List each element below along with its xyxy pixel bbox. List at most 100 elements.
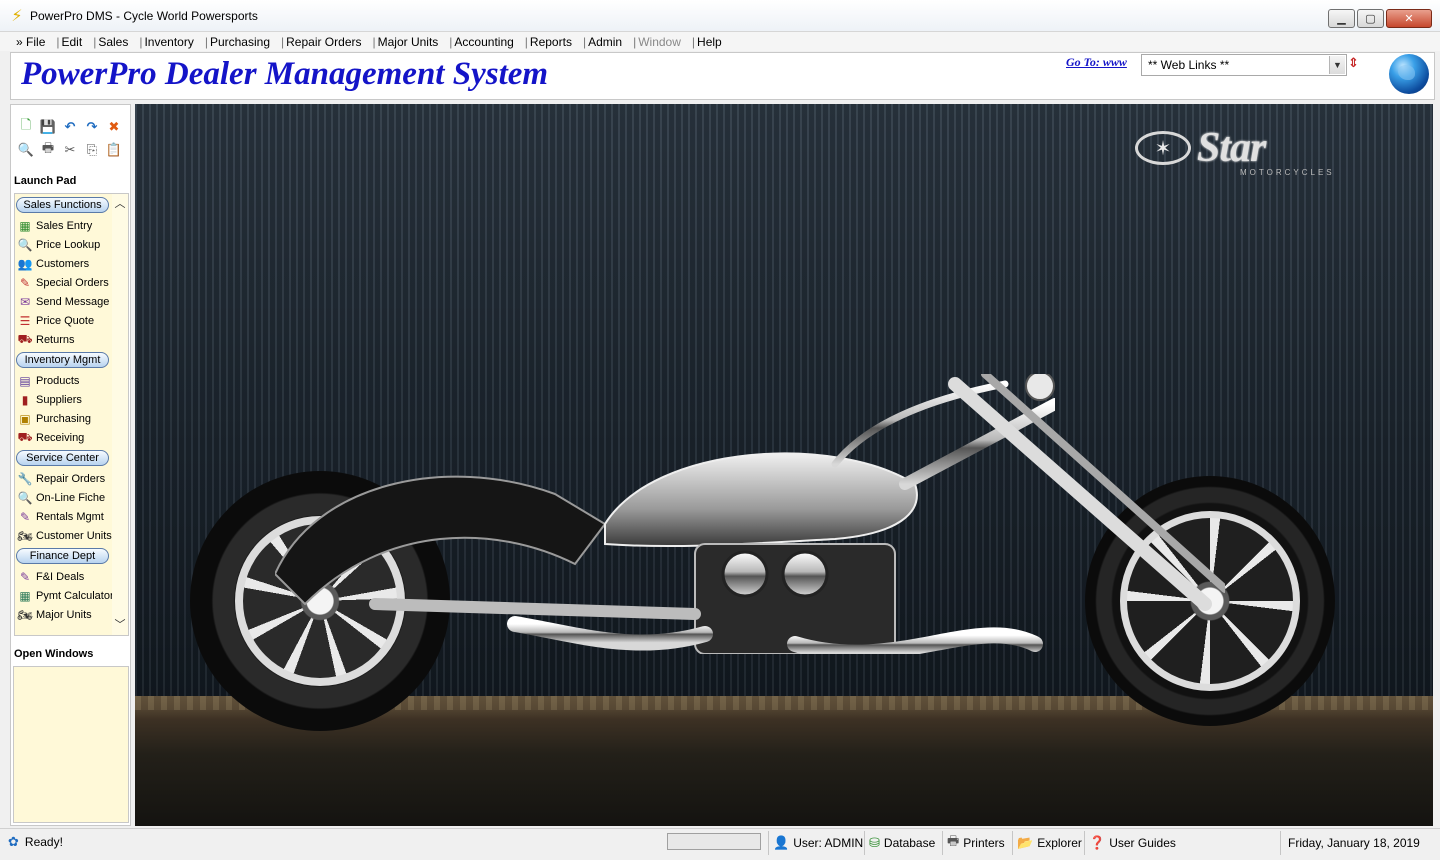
brand-name: Star	[1197, 125, 1266, 171]
refresh-icon[interactable]: ⇕	[1348, 55, 1359, 71]
launch-item-label: Repair Orders	[36, 472, 106, 485]
launch-pad-label: Launch Pad	[14, 175, 77, 187]
calculator-icon: ▦	[19, 588, 31, 603]
menu-label: Admin	[588, 34, 623, 49]
launch-item-label: Suppliers	[36, 393, 82, 406]
status-printers-button[interactable]: 🖶 Printers	[942, 831, 1009, 855]
magnifier-icon: 🔍	[17, 490, 33, 505]
rentals-icon: ✎	[19, 509, 31, 524]
launch-item-label: Customer Units	[36, 529, 112, 542]
menu-accounting[interactable]: | Accounting	[445, 35, 521, 49]
open-windows-list[interactable]	[13, 666, 129, 823]
scroll-down-icon[interactable]: ﹀	[112, 617, 128, 633]
group-inventory-mgmt[interactable]: Inventory Mgmt	[16, 352, 109, 368]
menu-label: Sales	[98, 34, 129, 49]
launch-pad-scrollbar[interactable]: ︿ ﹀	[112, 194, 128, 635]
copy-icon[interactable]: ⎘	[83, 141, 101, 158]
status-ready-icon: ✿	[8, 834, 19, 849]
menu-admin[interactable]: | Admin	[579, 35, 629, 49]
menu-label: Reports	[529, 34, 572, 49]
cut-icon[interactable]: ✂	[61, 141, 79, 158]
suppliers-icon: ▮	[21, 392, 29, 407]
truck-icon: ⛟	[17, 331, 33, 346]
status-user[interactable]: 👤 User: ADMIN	[768, 831, 867, 855]
title-bar: ⚡ PowerPro DMS - Cycle World Powersports…	[0, 0, 1440, 32]
app-header: PowerPro Dealer Management System Go To:…	[10, 52, 1435, 100]
wrench-icon: 🔧	[17, 471, 33, 486]
web-links-select[interactable]: ** Web Links ** ▼	[1141, 54, 1347, 76]
sidebar: 🗋 💾 ↶ ↷ ✖ 🔍 🖶 ✂ ⎘ 📋 Launch Pad ︿ ﹀ Sales…	[10, 104, 131, 826]
menu-label: Help	[697, 34, 722, 49]
menu-label: File	[26, 34, 46, 49]
folder-icon: 📂	[1017, 835, 1034, 850]
scroll-up-icon[interactable]: ︿	[112, 196, 128, 212]
menu-edit[interactable]: | Edit	[52, 35, 89, 49]
menu-reports[interactable]: | Reports	[521, 35, 579, 49]
status-ready-text: Ready!	[24, 835, 63, 849]
status-explorer-text: Explorer	[1037, 836, 1082, 850]
launch-item-label: Major Units	[36, 608, 92, 621]
receiving-icon: ⛟	[17, 429, 33, 444]
menu-major-units[interactable]: | Major Units	[368, 35, 445, 49]
delete-icon[interactable]: ✖	[105, 118, 123, 135]
menu-repair-orders[interactable]: | Repair Orders	[277, 35, 368, 49]
motorcycle-icon: 🏍	[17, 528, 33, 543]
page-title: PowerPro Dealer Management System	[21, 56, 549, 92]
menu-bar: » File | Edit | Sales | Inventory | Purchasi…	[0, 32, 1440, 51]
purchase-order-icon: ▣	[19, 411, 31, 426]
new-icon[interactable]: 🗋	[17, 117, 35, 135]
group-service-center[interactable]: Service Center	[16, 450, 109, 466]
menu-prefix: »	[16, 34, 23, 49]
redo-icon[interactable]: ↷	[83, 118, 101, 135]
status-date: Friday, January 18, 2019	[1280, 831, 1436, 855]
menu-help[interactable]: | Help	[688, 35, 729, 49]
launch-item-label: Pymt Calculator	[36, 589, 114, 602]
launch-item-label: Products	[36, 374, 80, 387]
lightning-icon: ⚡	[11, 7, 23, 25]
preview-icon[interactable]: 🔍	[17, 141, 35, 158]
star-logo-icon: ✶	[1135, 131, 1191, 165]
group-sales-functions[interactable]: Sales Functions	[16, 197, 109, 213]
launch-item-label: Rentals Mgmt	[36, 510, 104, 523]
menu-label: Window	[638, 34, 681, 49]
launch-item-label: Purchasing	[36, 412, 92, 425]
menu-label: Major Units	[377, 34, 439, 49]
menu-file[interactable]: » File	[12, 35, 52, 49]
order-icon: ✎	[19, 275, 31, 290]
globe-icon[interactable]	[1389, 54, 1429, 94]
motorcycle-body	[275, 380, 1055, 654]
menu-purchasing[interactable]: | Purchasing	[201, 35, 277, 49]
status-printers-text: Printers	[963, 836, 1005, 850]
maximize-button[interactable]: ▢	[1357, 9, 1384, 28]
window-title: PowerPro DMS - Cycle World Powersports	[30, 8, 258, 23]
status-user-guides-button[interactable]: ❓ User Guides	[1084, 831, 1180, 855]
help-icon: ❓	[1089, 835, 1106, 850]
menu-inventory[interactable]: | Inventory	[135, 35, 200, 49]
paste-icon[interactable]: 📋	[105, 141, 123, 158]
motorcycle-icon: 🏍	[17, 607, 33, 622]
save-icon[interactable]: 💾	[39, 118, 57, 135]
status-user-guides-text: User Guides	[1109, 836, 1176, 850]
menu-label: Inventory	[144, 34, 194, 49]
minimize-button[interactable]: ▁	[1328, 9, 1355, 28]
launch-item-label: Sales Entry	[36, 219, 93, 232]
group-finance-dept[interactable]: Finance Dept	[16, 548, 109, 564]
launch-pad-list: ︿ ﹀ Sales Functions ▦ Sales Entry 🔍 Price …	[14, 193, 129, 636]
menu-sales[interactable]: | Sales	[89, 35, 135, 49]
open-windows-label: Open Windows	[14, 648, 94, 660]
goto-link[interactable]: Go To: www	[1066, 55, 1127, 70]
print-icon[interactable]: 🖶	[39, 140, 57, 158]
banner-image: ✶ Star MOTORCYCLES	[135, 104, 1433, 826]
message-icon: ✉	[19, 294, 31, 309]
chevron-down-icon[interactable]: ▼	[1329, 56, 1345, 74]
close-button[interactable]: ✕	[1386, 9, 1432, 28]
undo-icon[interactable]: ↶	[61, 118, 79, 135]
launch-item-label: Send Message	[36, 295, 110, 308]
status-user-text: User: ADMIN	[793, 836, 864, 850]
people-icon: 👥	[17, 256, 33, 271]
launch-item-label: On-Line Fiche	[36, 491, 106, 504]
status-explorer-button[interactable]: 📂 Explorer	[1012, 831, 1086, 855]
menu-label: Edit	[61, 34, 83, 49]
launch-item-label: Special Orders	[36, 276, 109, 289]
status-database-button[interactable]: ⛁ Database	[864, 831, 939, 855]
